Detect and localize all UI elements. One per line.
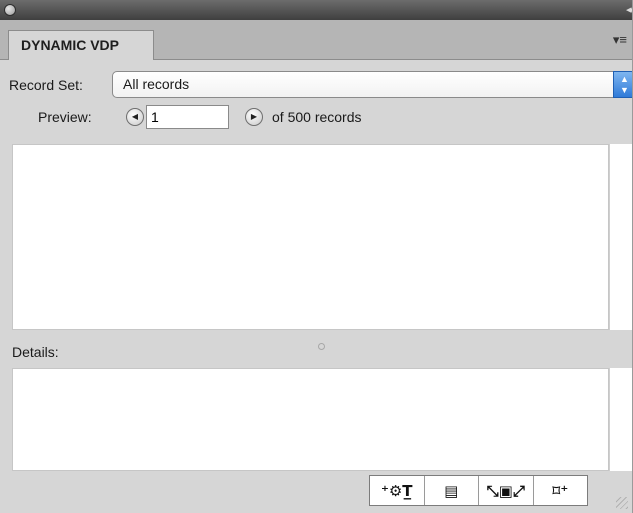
preview-scrollbar[interactable]: [609, 144, 632, 330]
panel-title-bar[interactable]: ◂◂: [0, 0, 632, 20]
new-frame-icon: ⌑⁺: [552, 481, 569, 500]
tab-dynamic-vdp[interactable]: DYNAMIC VDP: [8, 30, 154, 60]
preview-label: Preview:: [38, 109, 92, 125]
bottom-toolbar: ⁺⚙T̲ ▤ ⤡▣⤢ ⌑⁺: [369, 475, 588, 506]
next-record-button[interactable]: ▶: [245, 108, 263, 126]
tab-strip: DYNAMIC VDP ▾≡: [0, 20, 632, 60]
close-icon[interactable]: [4, 4, 16, 16]
new-frame-button[interactable]: ⌑⁺: [534, 476, 588, 505]
record-card-button[interactable]: ▤: [425, 476, 479, 505]
fit-frame-icon: ⤡▣⤢: [486, 481, 525, 500]
panel-menu-icon[interactable]: ▾≡: [613, 32, 627, 48]
record-count-text: of 500 records: [272, 109, 362, 125]
insert-field-icon: ⁺⚙T̲: [380, 481, 413, 500]
record-set-label: Record Set:: [9, 77, 83, 93]
preview-list[interactable]: [12, 144, 609, 330]
previous-record-button[interactable]: ◀: [126, 108, 144, 126]
record-card-icon: ▤: [444, 481, 459, 500]
fit-frame-button[interactable]: ⤡▣⤢: [479, 476, 534, 505]
resize-grip-icon[interactable]: [616, 497, 628, 509]
select-arrows-icon[interactable]: ▲ ▼: [613, 71, 632, 98]
dynamic-vdp-panel: ◂◂ DYNAMIC VDP ▾≡ Record Set: All record…: [0, 0, 633, 513]
record-number-input[interactable]: [146, 105, 229, 129]
insert-field-button[interactable]: ⁺⚙T̲: [370, 476, 425, 505]
splitter-handle[interactable]: [318, 343, 325, 350]
record-set-value: All records: [123, 76, 190, 92]
details-list[interactable]: [12, 368, 609, 471]
record-set-select[interactable]: All records ▲ ▼: [112, 71, 632, 98]
details-scrollbar[interactable]: [609, 368, 632, 471]
details-label: Details:: [12, 344, 59, 360]
collapse-icon[interactable]: ◂◂: [626, 1, 632, 19]
